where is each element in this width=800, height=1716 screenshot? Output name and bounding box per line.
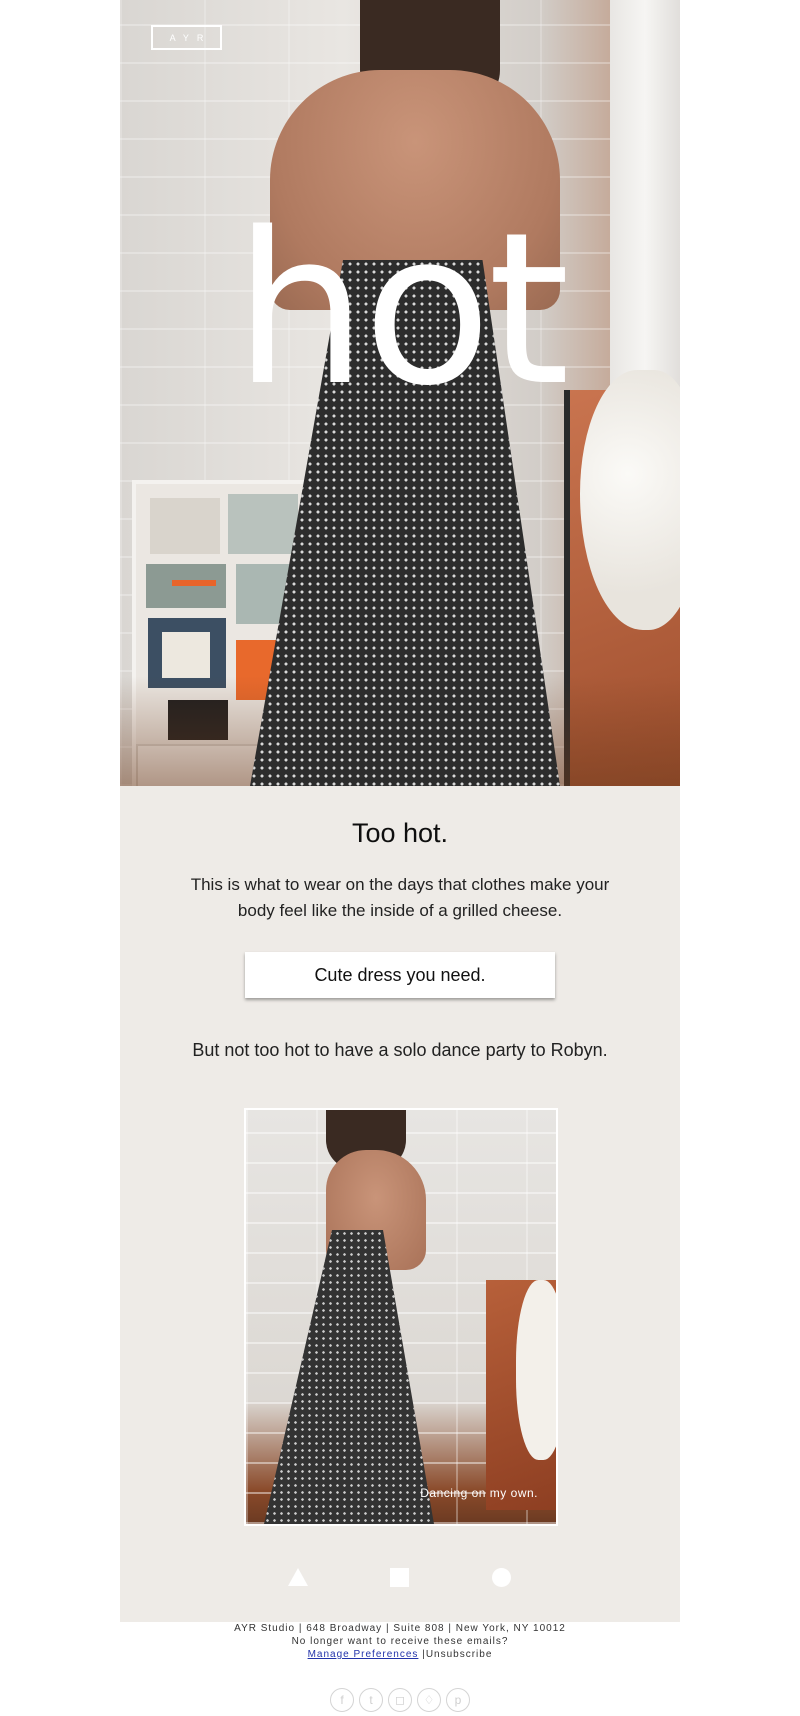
dancing-photo[interactable]: Dancing on my own. bbox=[244, 1108, 558, 1526]
instagram-icon[interactable]: ◻ bbox=[388, 1688, 412, 1712]
square-icon bbox=[390, 1568, 409, 1587]
content-panel: Too hot. This is what to wear on the day… bbox=[120, 786, 680, 1622]
section-title: Too hot. bbox=[351, 818, 449, 848]
twitter-icon[interactable]: ♢ bbox=[417, 1688, 441, 1712]
facebook-icon[interactable]: f bbox=[330, 1688, 354, 1712]
subline-copy: But not too hot to have a solo dance par… bbox=[192, 1040, 608, 1060]
tumblr-icon[interactable]: t bbox=[359, 1688, 383, 1712]
footer-link-separator: | bbox=[418, 1649, 426, 1660]
photo-caption: Dancing on my own. bbox=[420, 1486, 538, 1500]
social-links: f t ◻ ♢ p bbox=[0, 1688, 800, 1714]
circle-icon bbox=[492, 1568, 511, 1587]
manage-preferences-link[interactable]: Manage Preferences bbox=[308, 1649, 419, 1660]
hero-headline: hot bbox=[234, 187, 570, 432]
ayr-logo[interactable]: AYR bbox=[151, 25, 222, 50]
unsubscribe-prompt: No longer want to receive these emails? bbox=[291, 1636, 509, 1647]
photo-fur bbox=[516, 1280, 556, 1460]
shop-dress-button[interactable]: Cute dress you need. bbox=[245, 952, 555, 998]
triangle-icon bbox=[288, 1568, 308, 1586]
hero-image[interactable]: AYR hot bbox=[120, 0, 680, 786]
email-footer: AYR Studio | 648 Broadway | Suite 808 | … bbox=[0, 1622, 800, 1661]
email-container: AYR hot Too hot. This is what to wear on… bbox=[120, 0, 680, 1622]
footer-links: Manage Preferences |Unsubscribe bbox=[0, 1648, 800, 1661]
studio-address: AYR Studio | 648 Broadway | Suite 808 | … bbox=[234, 1623, 566, 1634]
logo-text: AYR bbox=[169, 32, 212, 43]
pinterest-icon[interactable]: p bbox=[446, 1688, 470, 1712]
shape-row bbox=[120, 1566, 680, 1592]
unsubscribe-link[interactable]: Unsubscribe bbox=[426, 1649, 493, 1660]
body-copy: This is what to wear on the days that cl… bbox=[190, 875, 610, 920]
